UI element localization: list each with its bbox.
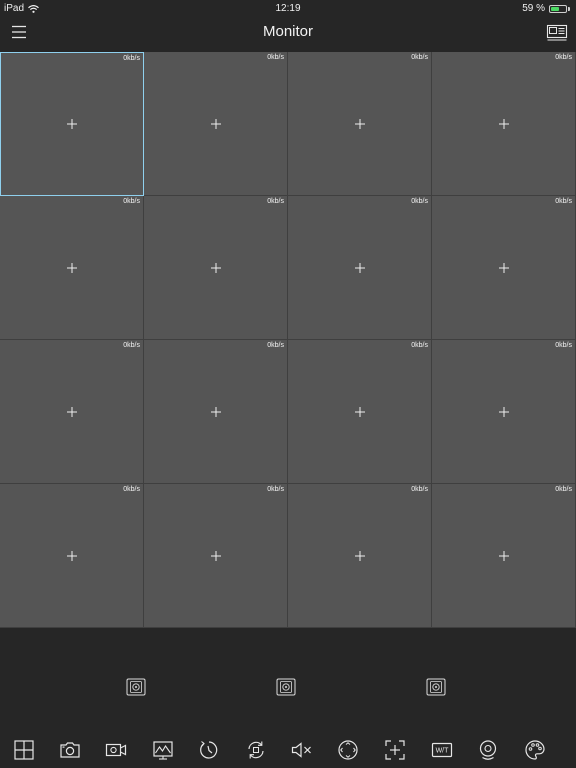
wide-tele-icon: W/T [431,742,453,758]
add-camera-icon[interactable] [67,119,77,129]
bitrate-label: 0kb/s [411,486,428,493]
video-tile[interactable]: 0kb/s [432,340,576,484]
preset-button[interactable] [126,678,146,696]
playback-button[interactable] [197,738,221,762]
add-camera-icon[interactable] [66,262,77,273]
video-tile[interactable]: 0kb/s [144,52,288,196]
add-camera-icon[interactable] [354,118,365,129]
add-camera-icon[interactable] [210,406,221,417]
ptz-panel [0,628,576,732]
color-palette-icon [525,740,545,760]
bottom-toolbar: W/T [0,732,576,768]
talk-icon [479,740,497,760]
bitrate-label: 0kb/s [555,486,572,493]
split-screen-icon [14,740,34,760]
battery-icon [549,4,567,13]
digital-zoom-button[interactable] [383,738,407,762]
video-grid: 0kb/s 0kb/s 0kb/s 0kb/s 0kb/s 0kb/s 0kb/s 0kb/s… [0,52,576,628]
bitrate-label: 0kb/s [411,198,428,205]
digital-zoom-icon [385,740,405,760]
video-tile[interactable]: 0kb/s [288,340,432,484]
playback-clock-icon [200,741,218,759]
ptz-control-icon [338,740,358,760]
image-settings-button[interactable] [151,738,175,762]
bitrate-label: 0kb/s [267,342,284,349]
add-camera-icon[interactable] [354,262,365,273]
preset-button[interactable] [426,678,446,696]
video-tile[interactable]: 0kb/s [144,484,288,628]
ptz-control-button[interactable] [336,738,360,762]
add-camera-icon[interactable] [66,406,77,417]
video-tile[interactable]: 0kb/s [0,196,144,340]
bitrate-label: 0kb/s [123,55,140,62]
bitrate-label: 0kb/s [555,342,572,349]
record-button[interactable] [104,738,128,762]
video-tile[interactable]: 0kb/s [144,340,288,484]
bitrate-label: 0kb/s [267,198,284,205]
bitrate-label: 0kb/s [267,486,284,493]
video-tile[interactable]: 0kb/s [144,196,288,340]
window-layout-button[interactable] [546,22,568,42]
snapshot-button[interactable] [58,738,82,762]
window-layout-icon [546,24,568,41]
color-palette-button[interactable] [523,738,547,762]
record-video-icon [105,743,127,757]
add-camera-icon[interactable] [354,406,365,417]
wide-tele-button[interactable]: W/T [430,738,454,762]
video-tile[interactable]: 0kb/s [0,52,144,196]
battery-level [551,6,559,11]
battery-tip [568,6,570,11]
wt-label: W/T [436,748,450,755]
video-tile[interactable]: 0kb/s [432,52,576,196]
video-tile[interactable]: 0kb/s [288,484,432,628]
status-bar: iPad 12:19 59 % [0,0,576,16]
video-tile[interactable]: 0kb/s [288,52,432,196]
add-camera-icon[interactable] [210,262,221,273]
add-camera-icon[interactable] [498,406,509,417]
bitrate-label: 0kb/s [411,54,428,61]
refresh-icon [248,741,264,759]
preset-button[interactable] [276,678,296,696]
add-camera-icon[interactable] [210,118,221,129]
video-tile[interactable]: 0kb/s [0,340,144,484]
video-tile[interactable]: 0kb/s [432,196,576,340]
add-camera-icon[interactable] [210,550,221,561]
refresh-button[interactable] [244,738,268,762]
bitrate-label: 0kb/s [123,486,140,493]
add-camera-icon[interactable] [498,550,509,561]
add-camera-icon[interactable] [66,550,77,561]
talk-button[interactable] [476,738,500,762]
bitrate-label: 0kb/s [267,54,284,61]
page-title: Monitor [262,23,314,40]
video-tile[interactable]: 0kb/s [0,484,144,628]
add-camera-icon[interactable] [498,262,509,273]
preset-icon [276,678,296,696]
bitrate-label: 0kb/s [555,54,572,61]
bitrate-label: 0kb/s [411,342,428,349]
bitrate-label: 0kb/s [555,198,572,205]
battery-percent: 59 % [522,3,545,14]
add-camera-icon[interactable] [498,118,509,129]
video-tile[interactable]: 0kb/s [432,484,576,628]
snapshot-camera-icon [60,742,80,758]
mute-button[interactable] [290,738,314,762]
preset-icon [126,678,146,696]
mute-speaker-icon [291,742,311,758]
clock: 12:19 [275,3,301,14]
bitrate-label: 0kb/s [123,342,140,349]
preset-icon [426,678,446,696]
add-camera-icon[interactable] [354,550,365,561]
nav-bar: Monitor [0,16,576,52]
split-screen-button[interactable] [12,738,36,762]
image-settings-icon [153,741,173,760]
video-tile[interactable]: 0kb/s [288,196,432,340]
bitrate-label: 0kb/s [123,198,140,205]
status-right: 59 % [522,3,570,14]
